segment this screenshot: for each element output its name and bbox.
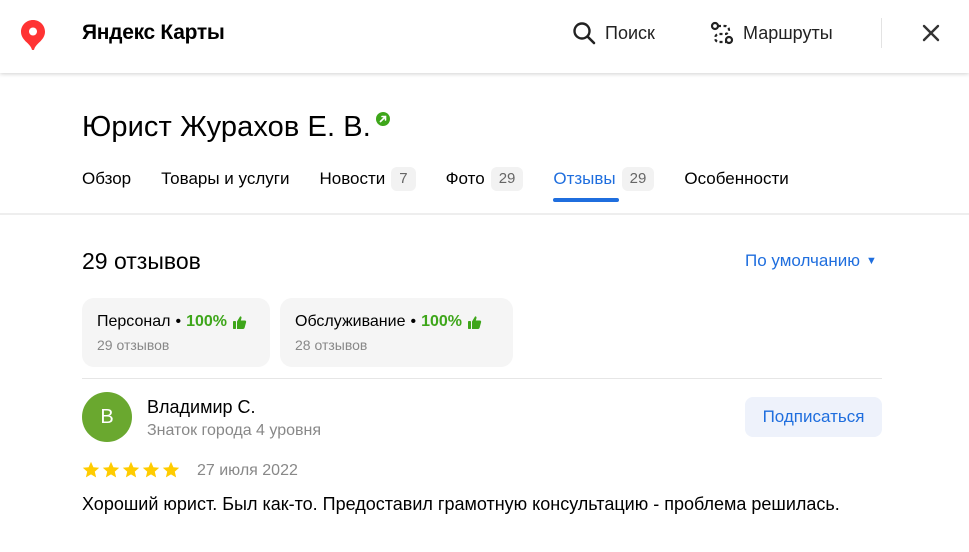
tab-count-badge: 29 (621, 167, 655, 191)
aspect-dot: • (175, 313, 182, 330)
org-tabs: Обзор Товары и услуги Новости 7 Фото 29 … (82, 164, 819, 204)
star-icon (142, 461, 160, 478)
aspect-count: 28 отзывов (295, 337, 368, 353)
subscribe-button[interactable]: Подписаться (745, 397, 882, 437)
tab-label: Отзывы (553, 169, 616, 188)
review-divider (82, 378, 882, 379)
aspect-header: Обслуживание • 100% (295, 312, 498, 332)
thumbs-up-icon (232, 315, 247, 329)
tab-label: Товары и услуги (161, 169, 290, 188)
route-icon (710, 21, 734, 45)
aspect-header: Персонал • 100% (97, 312, 255, 332)
tab-news[interactable]: Новости 7 (319, 164, 416, 204)
star-icon (102, 461, 120, 478)
org-title: Юрист Журахов Е. В. (82, 111, 371, 143)
tab-label: Обзор (82, 169, 132, 188)
aspect-percent: 100% (186, 313, 227, 330)
aspect-dot: • (410, 313, 417, 330)
verified-owner-icon[interactable] (375, 112, 390, 126)
tab-goods-and-services[interactable]: Товары и услуги (161, 164, 289, 204)
app-title[interactable]: Яндекс Карты (82, 20, 225, 46)
aspect-card-service[interactable]: Обслуживание • 100% 28 отзывов (280, 298, 513, 367)
star-icon (162, 461, 180, 478)
search-button[interactable]: Поиск (571, 20, 655, 46)
star-icon (82, 461, 100, 478)
tab-label: Фото (445, 169, 485, 188)
tab-photos[interactable]: Фото 29 (446, 164, 524, 204)
aspect-card-staff[interactable]: Персонал • 100% 29 отзывов (82, 298, 270, 367)
thumbs-up-icon (468, 315, 482, 329)
tabs-divider (0, 213, 969, 215)
aspect-percent: 100% (421, 313, 463, 330)
review-text: Хороший юрист. Был как-то. Предоставил г… (82, 494, 840, 514)
aspect-name: Обслуживание (295, 313, 406, 330)
search-icon (573, 22, 596, 45)
tab-reviews[interactable]: Отзывы 29 (553, 164, 655, 204)
tab-count-badge: 7 (391, 167, 416, 191)
routes-button[interactable]: Маршруты (709, 20, 833, 46)
tab-label: Особенности (684, 169, 789, 188)
review-date: 27 июля 2022 (197, 462, 298, 479)
sort-label: По умолчанию (745, 251, 860, 270)
yandex-maps-pin-icon[interactable] (21, 20, 45, 50)
search-label: Поиск (605, 22, 655, 43)
tab-count-badge: 29 (490, 167, 524, 191)
close-icon[interactable] (918, 20, 944, 46)
org-title-row: Юрист Журахов Е. В. (82, 108, 390, 146)
tab-label: Новости (319, 169, 386, 188)
review-author-name[interactable]: Владимир С. (147, 395, 256, 419)
app-header: Яндекс Карты Поиск Маршруты (0, 0, 969, 73)
avatar[interactable]: В (82, 392, 132, 442)
star-icon (122, 461, 140, 478)
caret-down-icon: ▼ (865, 255, 877, 267)
review-rating-stars (82, 461, 180, 479)
aspect-count: 29 отзывов (97, 337, 170, 353)
review-author-level: Знаток города 4 уровня (147, 422, 322, 439)
routes-label: Маршруты (743, 22, 833, 43)
tab-features[interactable]: Особенности (684, 164, 788, 204)
aspect-name: Персонал (97, 313, 171, 330)
reviews-count: 29 отзывов (82, 248, 201, 274)
header-divider (881, 18, 882, 48)
sort-dropdown[interactable]: По умолчанию ▼ (745, 250, 877, 272)
tab-overview[interactable]: Обзор (82, 164, 131, 204)
